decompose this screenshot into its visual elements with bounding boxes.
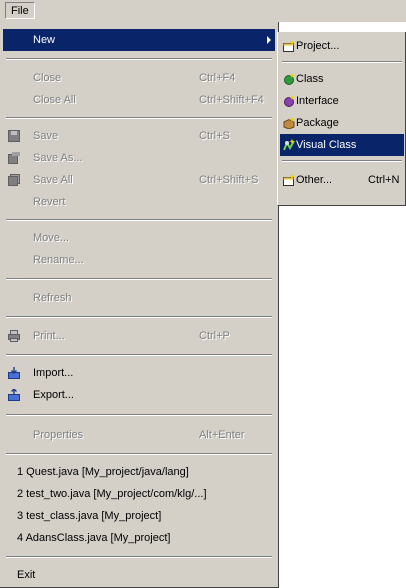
menu-item-exit-label: Exit [17,569,36,581]
new-submenu: Project... Class Interface Package Visua… [277,32,406,206]
submenu-item-class-label: Class [296,73,324,85]
menu-item-move[interactable]: Move... [3,227,275,249]
recent-file-item[interactable]: 2 test_two.java [My_project/com/klg/...] [3,483,275,505]
menu-item-save-shortcut: Ctrl+S [199,130,230,142]
submenu-item-project-label: Project... [296,40,340,52]
menu-item-close[interactable]: Close Ctrl+F4 [3,67,275,89]
menu-item-save[interactable]: Save Ctrl+S [3,125,275,147]
menu-item-rename[interactable]: Rename... [3,249,275,271]
menu-item-save-label: Save [33,130,59,142]
menu-item-print[interactable]: Print... Ctrl+P [3,325,275,347]
submenu-item-other-shortcut: Ctrl+N [368,174,400,186]
recent-file-item[interactable]: 3 test_class.java [My_project] [3,505,275,527]
menu-item-close-all[interactable]: Close All Ctrl+Shift+F4 [3,89,275,111]
menu-separator [282,160,402,162]
menu-separator [282,61,402,63]
new-project-icon [283,40,295,52]
submenu-item-interface-label: Interface [296,95,339,107]
submenu-item-class[interactable]: Class [280,68,404,90]
save-all-icon [8,174,20,186]
menu-item-close-all-shortcut: Ctrl+Shift+F4 [199,94,264,106]
save-as-icon [8,152,20,164]
menu-item-import-label: Import... [33,367,74,379]
save-icon [8,130,20,142]
menu-item-export[interactable]: Export... [3,384,275,406]
menu-item-revert[interactable]: Revert [3,191,275,213]
submenu-item-interface[interactable]: Interface [280,90,404,112]
menu-item-properties[interactable]: Properties Alt+Enter [3,424,275,446]
submenu-item-project[interactable]: Project... [280,35,404,57]
menu-item-refresh-label: Refresh [33,292,72,304]
menu-item-revert-label: Revert [33,196,66,208]
submenu-item-package-label: Package [296,117,339,129]
recent-file-item[interactable]: 4 AdansClass.java [My_project] [3,527,275,549]
submenu-item-other[interactable]: Other... Ctrl+N [280,169,404,191]
menu-item-print-label: Print... [33,330,65,342]
recent-file-item[interactable]: 1 Quest.java [My_project/java/lang] [3,461,275,483]
export-icon [8,389,20,401]
new-interface-icon [284,95,295,107]
menu-item-save-all-shortcut: Ctrl+Shift+S [199,174,259,186]
menu-separator [6,414,272,416]
submenu-arrow-icon [267,36,271,44]
file-menu-dropdown: New Close Ctrl+F4 Close All Ctrl+Shift+F… [0,22,279,588]
menu-item-export-label: Export... [33,389,74,401]
menu-separator [6,453,272,455]
menu-item-move-label: Move... [33,232,70,244]
menu-separator [6,278,272,280]
menu-item-properties-label: Properties [33,429,84,441]
recent-file-label: 3 test_class.java [My_project] [17,510,162,522]
menu-item-properties-shortcut: Alt+Enter [199,429,245,441]
new-wizard-icon [283,174,295,186]
menu-separator [6,354,272,356]
menu-bar: File [0,0,406,22]
menu-item-close-label: Close [33,72,62,84]
menu-item-save-as-label: Save As... [33,152,83,164]
menu-item-print-shortcut: Ctrl+P [199,330,230,342]
menu-item-new-label: New [33,34,56,46]
menu-item-new[interactable]: New [3,29,275,51]
menu-separator [6,316,272,318]
submenu-item-visual-class[interactable]: Visual Class [280,134,404,156]
menu-separator [6,219,272,221]
recent-file-label: 2 test_two.java [My_project/com/klg/...] [17,488,207,500]
menu-item-import[interactable]: Import... [3,362,275,384]
menu-item-save-all[interactable]: Save All Ctrl+Shift+S [3,169,275,191]
menu-item-refresh[interactable]: Refresh [3,287,275,309]
menu-item-rename-label: Rename... [33,254,84,266]
file-menu-title[interactable]: File [5,2,35,19]
new-class-icon [284,73,295,85]
submenu-item-other-label: Other... [296,174,333,186]
import-icon [8,367,20,379]
menu-item-close-all-label: Close All [33,94,76,106]
new-visual-class-icon [283,139,295,151]
new-package-icon [283,117,295,129]
printer-icon [8,330,20,342]
menu-item-save-all-label: Save All [33,174,73,186]
recent-file-label: 4 AdansClass.java [My_project] [17,532,171,544]
menu-separator [6,556,272,558]
menu-item-close-shortcut: Ctrl+F4 [199,72,236,84]
submenu-item-visual-class-label: Visual Class [296,139,357,151]
submenu-item-package[interactable]: Package [280,112,404,134]
menu-separator [6,58,272,60]
menu-item-save-as[interactable]: Save As... [3,147,275,169]
menu-item-exit[interactable]: Exit [3,564,275,586]
menu-separator [6,117,272,119]
recent-file-label: 1 Quest.java [My_project/java/lang] [17,466,189,478]
